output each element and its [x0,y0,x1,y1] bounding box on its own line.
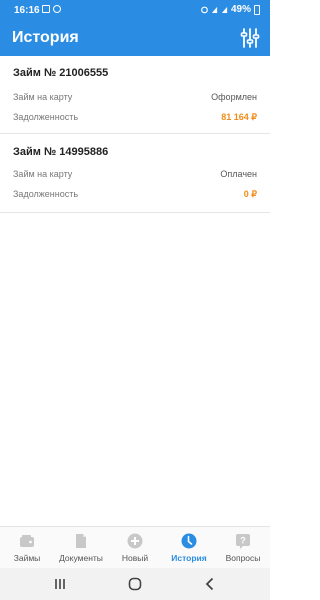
app-bar: История [0,20,270,56]
loan-title: Займ № 14995886 [13,146,109,158]
loan-type-row: Займ на карту Оплачен [13,169,257,183]
debt-row: Задолженность 81 164 ₽ [13,112,257,126]
filter-settings-icon[interactable] [240,27,260,49]
nav-label: Займы [13,553,41,563]
loan-type-row: Займ на карту Оформлен [13,92,257,106]
wallet-icon [20,535,34,547]
loan-card[interactable]: Займ № 21006555 Займ на карту Оформлен З… [0,56,270,134]
document-icon [76,534,86,548]
debt-row: Задолженность 0 ₽ [13,189,257,203]
nav-new[interactable]: Новый [108,527,162,569]
page-title: История [12,29,79,46]
question-icon: ? [236,534,250,549]
nav-loans[interactable]: Займы [0,527,54,569]
loan-type-label: Займ на карту [13,92,73,102]
loan-status-value: Оплачен [220,169,257,179]
system-navigation-bar [0,568,270,600]
gallery-notification-icon [42,5,50,13]
loan-card[interactable]: Займ № 14995886 Займ на карту Оплачен За… [0,135,270,213]
alarm-icon [201,6,208,14]
app-notification-icon [53,5,61,13]
bottom-navigation: Займы Документы Новый История ? Вопросы [0,526,270,568]
svg-text:?: ? [240,536,246,546]
nav-label: Документы [59,553,103,563]
loan-status-value: Оформлен [211,92,257,102]
recent-apps-icon[interactable] [52,576,68,592]
plus-circle-icon [127,533,143,549]
debt-amount: 0 ₽ [243,189,257,199]
clock-icon [181,533,197,549]
home-icon[interactable] [127,576,143,592]
loan-type-label: Займ на карту [13,169,73,179]
signal-icon [211,6,218,13]
debt-label: Задолженность [13,112,79,122]
signal-icon-2 [221,6,228,13]
status-bar: 16:16 49% [0,0,270,20]
nav-label: История [171,553,207,563]
nav-documents[interactable]: Документы [54,527,108,569]
status-time: 16:16 [14,5,40,16]
nav-label: Новый [121,553,149,563]
nav-questions[interactable]: ? Вопросы [216,527,270,569]
nav-label: Вопросы [225,553,261,563]
loan-title: Займ № 21006555 [13,67,109,79]
battery-icon [254,4,260,15]
nav-history[interactable]: История [162,527,216,569]
debt-amount: 81 164 ₽ [221,112,257,122]
debt-label: Задолженность [13,189,79,199]
battery-percent: 49% [230,4,251,15]
back-icon[interactable] [202,576,218,592]
